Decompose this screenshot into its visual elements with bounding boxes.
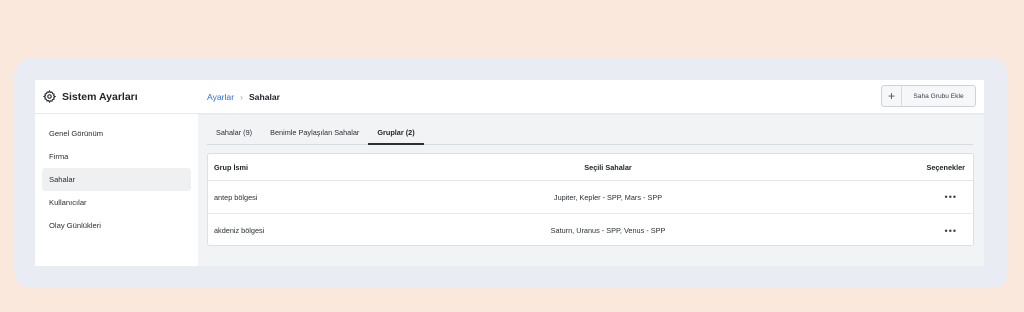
table-header-row: Grup İsmi Seçili Sahalar Seçenekler — [208, 154, 973, 181]
column-header-options: Seçenekler — [926, 162, 965, 172]
sidebar-header: Sistem Ayarları — [35, 80, 198, 114]
settings-sidebar: Sistem Ayarları Genel Görünüm Firma Saha… — [35, 80, 198, 266]
plus-icon: + — [882, 86, 902, 106]
sidebar-item-kullanicilar[interactable]: Kullanıcılar — [42, 191, 191, 214]
selected-sites-cell: Jupiter, Kepler - SPP, Mars - SPP — [553, 192, 663, 202]
table-row[interactable]: antep bölgesi Jupiter, Kepler - SPP, Mar… — [208, 181, 973, 214]
column-header-group-name: Grup İsmi — [214, 162, 249, 172]
header-bar: Ayarlar › Sahalar + Saha Grubu Ekle — [198, 80, 984, 114]
column-header-selected-sites: Seçili Sahalar — [584, 162, 632, 172]
group-name-cell: antep bölgesi — [214, 192, 258, 202]
tab-sahalar[interactable]: Sahalar (9) — [207, 128, 261, 144]
breadcrumb-chevron-icon: › — [240, 91, 243, 102]
selected-sites-cell: Saturn, Uranus - SPP, Venus - SPP — [550, 226, 666, 235]
more-options-icon[interactable]: ••• — [945, 192, 965, 202]
tab-shared-sites[interactable]: Benimle Paylaşılan Sahalar — [261, 128, 368, 144]
groups-table: Grup İsmi Seçili Sahalar Seçenekler ante… — [207, 153, 974, 246]
sidebar-nav: Genel Görünüm Firma Sahalar Kullanıcılar… — [35, 114, 198, 237]
group-name-cell: akdeniz bölgesi — [214, 226, 265, 235]
breadcrumb-parent-link[interactable]: Ayarlar — [207, 92, 234, 102]
gear-icon — [43, 90, 56, 103]
sidebar-title: Sistem Ayarları — [62, 90, 138, 103]
tab-bar: Sahalar (9) Benimle Paylaşılan Sahalar G… — [207, 115, 973, 145]
more-options-icon[interactable]: ••• — [945, 226, 965, 236]
sidebar-item-sahalar[interactable]: Sahalar — [42, 168, 191, 191]
content-area: Sahalar (9) Benimle Paylaşılan Sahalar G… — [198, 115, 984, 266]
sidebar-item-genel-gorunum[interactable]: Genel Görünüm — [42, 122, 191, 145]
tab-gruplar[interactable]: Gruplar (2) — [368, 128, 424, 145]
add-site-group-button[interactable]: + Saha Grubu Ekle — [881, 85, 976, 107]
table-row[interactable]: akdeniz bölgesi Saturn, Uranus - SPP, Ve… — [208, 214, 973, 247]
sidebar-item-olay-gunlukleri[interactable]: Olay Günlükleri — [42, 214, 191, 237]
sidebar-item-firma[interactable]: Firma — [42, 145, 191, 168]
add-site-group-label: Saha Grubu Ekle — [913, 92, 964, 100]
breadcrumb-current: Sahalar — [248, 91, 281, 102]
main-panel: Ayarlar › Sahalar + Saha Grubu Ekle Saha… — [198, 80, 984, 266]
